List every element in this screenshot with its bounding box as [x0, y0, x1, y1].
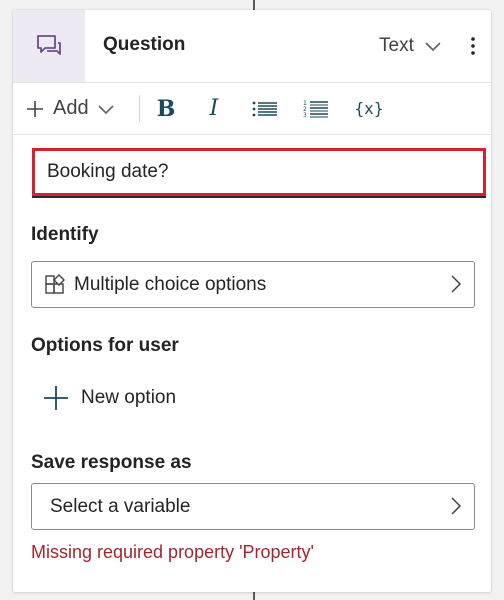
new-option-label: New option: [81, 387, 177, 408]
response-type-value: Text: [379, 35, 414, 56]
response-type-dropdown[interactable]: Text: [379, 34, 442, 58]
options-for-user-label: Options for user: [31, 335, 179, 356]
node-header: Question Text: [13, 10, 491, 83]
shapes-icon: [45, 273, 65, 294]
more-options-button[interactable]: [459, 30, 487, 62]
bulleted-list-button[interactable]: [250, 83, 280, 134]
toolbar-divider: [139, 95, 140, 122]
bulleted-list-icon: [252, 101, 277, 116]
identify-value: Multiple choice options: [74, 273, 267, 295]
identify-label: Identify: [31, 224, 99, 245]
node-type-icon-box: [13, 10, 85, 82]
numbered-list-button[interactable]: 1 2 3: [301, 83, 331, 134]
variable-placeholder: Select a variable: [50, 495, 191, 517]
connector-line-bottom: [253, 592, 255, 600]
question-message-input[interactable]: Booking date?: [32, 148, 486, 196]
formatting-toolbar: Add B I 1 2 3 {x}: [13, 83, 491, 135]
save-response-label: Save response as: [31, 452, 192, 473]
plus-icon: [27, 100, 43, 117]
node-title: Question: [103, 34, 186, 55]
chat-bubbles-icon: [37, 35, 61, 55]
italic-button[interactable]: I: [201, 83, 227, 134]
add-menu-button[interactable]: Add: [25, 83, 129, 134]
validation-error-message: Missing required property 'Property': [31, 542, 314, 562]
question-node-card: Question Text Add B I 1 2 3 {x} Booking …: [13, 10, 491, 592]
chevron-right-icon: [451, 497, 462, 515]
svg-text:3: 3: [303, 112, 307, 119]
plus-icon: [44, 386, 68, 410]
more-vertical-icon: [471, 37, 475, 55]
insert-variable-button[interactable]: {x}: [351, 83, 387, 134]
numbered-list-icon: 1 2 3: [303, 100, 328, 119]
bold-button[interactable]: B: [151, 83, 181, 134]
chevron-right-icon: [451, 275, 462, 293]
chevron-down-icon: [98, 104, 114, 114]
add-label: Add: [53, 97, 89, 119]
chevron-down-icon: [425, 42, 441, 52]
connector-line-top: [253, 0, 255, 10]
identify-selector[interactable]: Multiple choice options: [31, 261, 475, 308]
variable-selector[interactable]: Select a variable: [31, 483, 475, 530]
new-option-button[interactable]: New option: [43, 382, 176, 414]
